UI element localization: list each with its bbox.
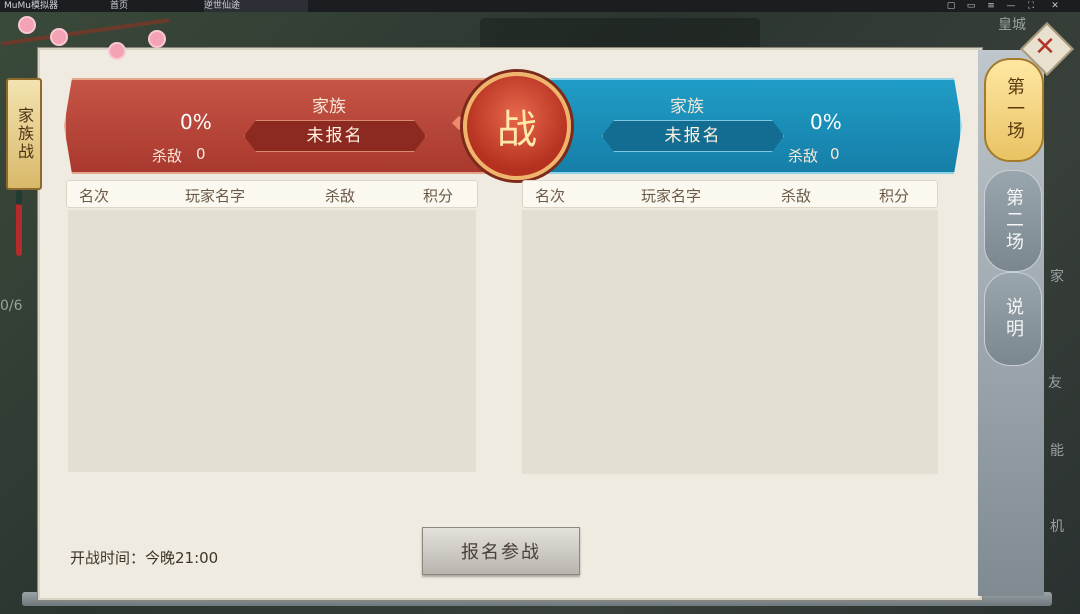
red-team-kills-value: 0 bbox=[196, 145, 206, 163]
bg-label-count: 0/6 bbox=[0, 298, 23, 314]
vs-battle-icon: 战 bbox=[463, 72, 571, 180]
red-team-percent: 0% bbox=[180, 110, 212, 134]
bg-label-you: 友 bbox=[1048, 375, 1062, 391]
tab-second-round[interactable]: 第二场 bbox=[984, 170, 1042, 272]
tab-home[interactable]: 首页 bbox=[110, 0, 190, 12]
window-fullscreen-icon[interactable]: ⛶ bbox=[1024, 0, 1038, 12]
header-player-name: 玩家名字 bbox=[641, 187, 702, 205]
right-table-header: 名次 玩家名字 杀敌 积分 bbox=[522, 180, 938, 208]
battle-start-time: 开战时间：今晚21:00 bbox=[70, 549, 219, 567]
red-team-title: 家族 bbox=[312, 97, 346, 117]
tab-instructions[interactable]: 说明 bbox=[984, 272, 1042, 366]
window-skin-icon[interactable]: ▭ bbox=[964, 0, 978, 12]
header-kills: 杀敌 bbox=[781, 187, 812, 205]
blossom-icon bbox=[150, 32, 164, 46]
bg-label-huangcheng: 皇城 bbox=[998, 17, 1026, 33]
family-war-tag[interactable]: 家族战 bbox=[6, 78, 42, 190]
header-rank: 名次 bbox=[79, 187, 110, 205]
header-rank: 名次 bbox=[535, 187, 566, 205]
window-close-icon[interactable]: ✕ bbox=[1048, 0, 1062, 12]
blossom-icon bbox=[52, 30, 66, 44]
emulator-title-bar: MuMu模拟器 首页 逆世仙途 ▢ ▭ ≡ — ⛶ ✕ bbox=[0, 0, 1080, 12]
blue-team-name: 未报名 bbox=[602, 120, 784, 152]
join-battle-button[interactable]: 报名参战 bbox=[422, 527, 580, 575]
red-team-kills-label: 杀敌 bbox=[152, 147, 183, 165]
header-player-name: 玩家名字 bbox=[185, 187, 246, 205]
tab-game[interactable]: 逆世仙途 bbox=[204, 0, 308, 12]
bg-label-neng: 能 bbox=[1050, 443, 1064, 459]
blossom-icon bbox=[110, 44, 124, 58]
header-score: 积分 bbox=[423, 187, 454, 205]
window-menu-icon[interactable]: ▢ bbox=[944, 0, 958, 12]
bg-label-jia: 家 bbox=[1050, 269, 1064, 285]
tab-first-round[interactable]: 第一场 bbox=[984, 58, 1044, 162]
close-icon[interactable]: ✕ bbox=[1028, 30, 1062, 64]
left-table-header: 名次 玩家名字 杀敌 积分 bbox=[66, 180, 478, 208]
left-table-body[interactable] bbox=[68, 210, 476, 472]
bg-label-ji: 机 bbox=[1050, 519, 1064, 535]
emulator-app-title: MuMu模拟器 bbox=[4, 1, 58, 11]
blue-team-kills-label: 杀敌 bbox=[788, 147, 819, 165]
header-kills: 杀敌 bbox=[325, 187, 356, 205]
blue-team-percent: 0% bbox=[810, 110, 842, 134]
tassel-decoration bbox=[16, 190, 22, 256]
bg-building bbox=[480, 18, 760, 52]
right-table-body[interactable] bbox=[522, 210, 938, 474]
blue-team-kills-value: 0 bbox=[830, 145, 840, 163]
header-score: 积分 bbox=[879, 187, 910, 205]
window-settings-icon[interactable]: ≡ bbox=[984, 0, 998, 12]
window-minimize-icon[interactable]: — bbox=[1004, 0, 1018, 12]
blossom-icon bbox=[20, 18, 34, 32]
blue-team-title: 家族 bbox=[670, 97, 704, 117]
red-team-name: 未报名 bbox=[244, 120, 426, 152]
